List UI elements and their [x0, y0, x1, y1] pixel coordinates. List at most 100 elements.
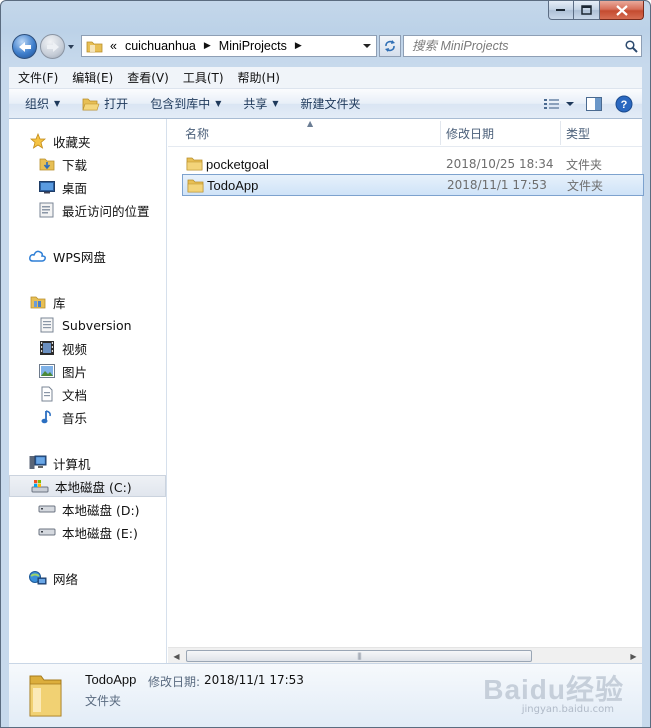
sidebar-label: 图片 [62, 364, 88, 380]
sidebar-item-music[interactable]: 音乐 [38, 406, 87, 428]
organize-button[interactable]: 组织 ▼ [19, 95, 66, 112]
maximize-button[interactable] [574, 1, 600, 20]
column-header: ▲ 名称 修改日期 类型 [168, 119, 642, 147]
sidebar-item-local-disk-e[interactable]: 本地磁盘 (E:) [38, 521, 138, 543]
minimize-button[interactable] [548, 1, 574, 20]
file-name: TodoApp [207, 177, 259, 193]
sidebar-item-desktop[interactable]: 桌面 [38, 176, 87, 198]
details-view-icon [544, 99, 559, 109]
maximize-icon [581, 5, 592, 15]
organize-label: 组织 [25, 97, 50, 111]
sidebar-label: 网络 [53, 571, 79, 587]
view-options-dropdown[interactable] [564, 93, 576, 115]
svg-text:?: ? [621, 99, 628, 111]
column-divider[interactable] [440, 121, 441, 145]
folder-icon [86, 41, 103, 53]
column-type[interactable]: 类型 [566, 119, 646, 147]
star-icon [29, 133, 47, 149]
forward-button[interactable] [40, 34, 65, 59]
menu-tools[interactable]: 工具(T) [178, 69, 229, 86]
help-button[interactable]: ? [612, 93, 636, 115]
column-date-modified[interactable]: 修改日期 [446, 119, 556, 147]
forward-arrow-icon [46, 41, 59, 52]
sidebar-item-pictures[interactable]: 图片 [38, 360, 87, 382]
watermark-url: jingyan.baidu.com [521, 704, 614, 715]
desktop-icon [38, 179, 56, 195]
sidebar-item-documents[interactable]: 文档 [38, 383, 87, 405]
include-in-library-label: 包含到库中 [150, 97, 211, 111]
recent-places-icon [38, 202, 56, 218]
library-icon [29, 294, 47, 310]
sidebar-label: 库 [53, 295, 66, 311]
sidebar-label: 本地磁盘 (D:) [62, 502, 140, 518]
recent-pages-dropdown-icon[interactable] [67, 43, 75, 51]
sidebar-item-downloads[interactable]: 下载 [38, 153, 87, 175]
hard-drive-icon [38, 524, 56, 540]
sidebar-item-local-disk-d[interactable]: 本地磁盘 (D:) [38, 498, 140, 520]
address-segment-miniprojects[interactable]: MiniProjects [219, 39, 287, 53]
caption-buttons [548, 1, 644, 21]
search-box[interactable] [403, 35, 642, 57]
close-button[interactable] [600, 1, 644, 20]
sidebar-item-favorites[interactable]: 收藏夹 [29, 130, 91, 152]
hard-drive-icon [38, 501, 56, 517]
menu-view[interactable]: 查看(V) [122, 69, 174, 86]
folder-icon [186, 157, 203, 171]
scroll-left-button[interactable]: ◀ [168, 648, 185, 664]
menu-bar: 文件(F) 编辑(E) 查看(V) 工具(T) 帮助(H) [9, 67, 642, 89]
file-row-todoapp[interactable]: TodoApp 2018/11/1 17:53 文件夹 [182, 174, 644, 196]
chevron-down-icon [566, 102, 574, 106]
address-overflow[interactable]: « [110, 39, 117, 53]
close-icon [615, 4, 628, 16]
open-button[interactable]: 打开 [76, 95, 134, 112]
menu-help[interactable]: 帮助(H) [233, 69, 285, 86]
menu-file[interactable]: 文件(F) [13, 69, 63, 86]
modified-date-label: 修改日期: [148, 675, 201, 689]
watermark-logo: Baidu经验 [483, 674, 624, 705]
include-in-library-button[interactable]: 包含到库中 ▼ [144, 95, 227, 112]
refresh-button[interactable] [379, 35, 401, 57]
content-area: 收藏夹 下载 桌面 最近访问的位置 WPS网盘 库 Subversion 视频 … [9, 119, 644, 663]
chevron-right-icon[interactable]: ▶ [204, 41, 211, 51]
back-button[interactable] [12, 34, 37, 59]
change-view-button[interactable] [540, 93, 564, 115]
scroll-right-button[interactable]: ▶ [625, 648, 642, 664]
sidebar-label: 音乐 [62, 410, 88, 426]
scrollbar-thumb[interactable]: ||| [186, 650, 532, 662]
search-icon[interactable] [621, 36, 641, 56]
file-row-pocketgoal[interactable]: pocketgoal 2018/10/25 18:34 文件夹 [182, 153, 644, 175]
address-bar[interactable]: « cuichuanhua ▶ MiniProjects ▶ [81, 35, 377, 57]
chevron-right-icon[interactable]: ▶ [295, 41, 302, 51]
file-type: 文件夹 [566, 157, 603, 172]
video-icon [38, 340, 56, 356]
address-segment-cuichuanhua[interactable]: cuichuanhua [125, 39, 196, 53]
sidebar-item-wps-cloud[interactable]: WPS网盘 [29, 245, 106, 267]
network-icon [29, 570, 47, 586]
preview-pane-button[interactable] [582, 93, 606, 115]
music-note-icon [38, 409, 56, 425]
command-bar: 组织 ▼ 打开 包含到库中 ▼ 共享 ▼ 新建文件夹 ? [9, 89, 642, 119]
sidebar-label: 收藏夹 [53, 134, 91, 150]
search-input[interactable] [412, 37, 621, 55]
column-name[interactable]: 名称 [185, 119, 435, 147]
sidebar-item-libraries[interactable]: 库 [29, 291, 66, 313]
sidebar-item-network[interactable]: 网络 [29, 567, 78, 589]
address-history-dropdown[interactable] [358, 36, 376, 56]
sidebar-item-computer[interactable]: 计算机 [29, 452, 91, 474]
sidebar-item-videos[interactable]: 视频 [38, 337, 87, 359]
sidebar-item-local-disk-c[interactable]: 本地磁盘 (C:) [9, 475, 166, 497]
document-icon [38, 386, 56, 402]
sidebar-item-recent-places[interactable]: 最近访问的位置 [38, 199, 150, 221]
sidebar-item-subversion[interactable]: Subversion [38, 314, 132, 336]
refresh-icon [385, 40, 395, 52]
share-button[interactable]: 共享 ▼ [237, 95, 284, 112]
selected-item-name: TodoApp [85, 672, 137, 687]
help-icon: ? [615, 95, 633, 113]
menu-edit[interactable]: 编辑(E) [67, 69, 118, 86]
file-type: 文件夹 [567, 178, 604, 193]
column-divider[interactable] [560, 121, 561, 145]
column-label: 名称 [185, 126, 210, 141]
new-folder-button[interactable]: 新建文件夹 [295, 95, 367, 112]
column-label: 类型 [566, 126, 591, 141]
horizontal-scrollbar[interactable]: ◀ ||| ▶ [168, 647, 642, 663]
